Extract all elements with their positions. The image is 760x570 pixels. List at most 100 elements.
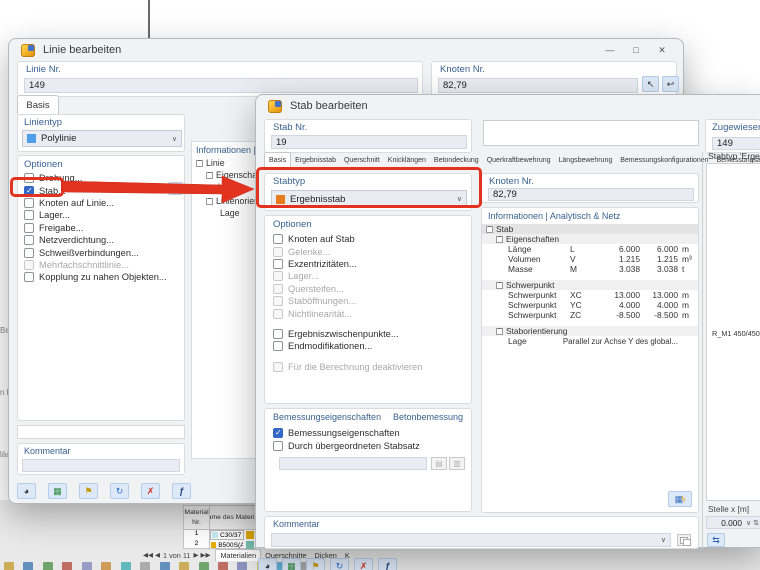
linie-nr-input[interactable]: 149 <box>24 78 418 93</box>
tab-basis[interactable]: Basis <box>17 95 59 114</box>
close-button[interactable]: ✕ <box>649 43 675 58</box>
checkbox-kopplung[interactable]: Kopplung zu nahen Objekten... <box>18 271 186 283</box>
result-table-icon[interactable]: ▦ <box>282 558 301 570</box>
tree-group-staborientierung[interactable]: Staborientierung <box>482 326 698 336</box>
toolbar-icon[interactable] <box>62 562 72 570</box>
stelle-x-combobox[interactable]: 0.000 ∨ ⇅ <box>706 516 760 529</box>
info-table-flash-icon[interactable]: ▦ϟ <box>668 491 692 507</box>
tree-node-linie[interactable]: Linie <box>192 157 256 169</box>
collapse-icon[interactable] <box>206 172 213 179</box>
checkbox-lager[interactable]: Lager... <box>18 209 186 221</box>
collapse-icon[interactable] <box>496 282 503 289</box>
preview-member-label: R_M1 450/450 <box>712 329 760 338</box>
checkbox-icon <box>273 284 283 294</box>
result-table-icon[interactable]: ▦ <box>48 483 67 499</box>
stab-nr-input[interactable]: 19 <box>271 135 467 149</box>
checkbox-knoten-auf-stab[interactable]: Knoten auf Stab <box>267 233 471 245</box>
kommentar-label: Kommentar <box>24 446 71 456</box>
linientyp-dropdown[interactable]: Polylinie ∨ <box>22 130 182 147</box>
tab-ergebnisstab[interactable]: Ergebnisstab <box>291 152 340 168</box>
tab-querkraftbewehrung[interactable]: Querkraftbewehrung <box>483 152 555 168</box>
reverse-button[interactable]: ↩ <box>662 76 679 92</box>
checkbox-schweissverbindungen[interactable]: Schweißverbindungen... <box>18 246 186 258</box>
knoten-nr-input[interactable]: 82,79 <box>488 188 694 201</box>
kommentar-input[interactable] <box>22 459 180 472</box>
collapse-icon[interactable] <box>486 226 493 233</box>
delete-x-icon[interactable]: ✗ <box>354 558 373 570</box>
zugewiesen-input[interactable]: 149 <box>712 137 760 150</box>
collapse-icon[interactable] <box>496 236 503 243</box>
navigator-flag-icon[interactable]: ⚑ <box>79 483 98 499</box>
tab-querschnitt[interactable]: Querschnitt <box>340 152 384 168</box>
annotation-box-stabtyp <box>256 167 482 208</box>
checkbox-icon <box>273 247 283 257</box>
function-fx-icon[interactable]: ƒ <box>172 483 191 499</box>
edit-stab-mini-button[interactable]: ▦ <box>168 182 183 195</box>
checkbox-ergebniszwischenpunkte[interactable]: Ergebniszwischenpunkte... <box>267 328 471 340</box>
tab-bemessungskonfigurationen[interactable]: Bemessungskonfigurationen <box>616 152 712 168</box>
checkbox-icon <box>24 223 34 233</box>
stab-kommentar-group: Kommentar ∨ <box>264 516 699 549</box>
tree-node-linienorientierung[interactable]: Linienorientierung <box>192 195 256 207</box>
refresh-icon[interactable]: ↻ <box>110 483 129 499</box>
linientyp-group: Linientyp Polylinie ∨ <box>17 114 185 152</box>
transfer-icon[interactable]: ⇆ <box>707 533 725 547</box>
bemessung-header: Bemessungseigenschaften <box>273 412 381 422</box>
checkbox-icon <box>273 271 283 281</box>
table-row[interactable]: C30/37 <box>210 530 244 540</box>
toolbar-icon[interactable] <box>140 562 150 570</box>
duplicate-button[interactable] <box>677 534 691 546</box>
checkbox-lager: Lager... <box>267 270 471 282</box>
toolbar-icon[interactable] <box>101 562 111 570</box>
navigator-flag-icon[interactable]: ⚑ <box>306 558 325 570</box>
toolbar-icon[interactable] <box>179 562 189 570</box>
checkbox-bemessungseigenschaften[interactable]: Bemessungseigenschaften <box>267 427 471 439</box>
tree-group-eigenschaften[interactable]: Eigenschaften <box>482 234 698 244</box>
tab-knicklaengen[interactable]: Knicklängen <box>384 152 430 168</box>
tree-node-eigenschaften[interactable]: Eigenschaften <box>192 169 256 181</box>
tab-basis[interactable]: Basis <box>264 152 291 168</box>
globe-icon[interactable]: ◕ <box>258 558 277 570</box>
toolbar-icon[interactable] <box>121 562 131 570</box>
checkbox-freigabe[interactable]: Freigabe... <box>18 222 186 234</box>
checkbox-icon <box>273 259 283 269</box>
function-fx-icon[interactable]: ƒ <box>378 558 397 570</box>
knoten-nr-input[interactable]: 82,79 <box>438 78 638 93</box>
pick-nodes-button[interactable]: ↖ <box>642 76 659 92</box>
checkbox-uebergeordneter-stabsatz[interactable]: Durch übergeordneten Stabsatz <box>267 439 471 451</box>
betonbemessung-link[interactable]: Betonbemessung <box>393 412 463 422</box>
kommentar-input[interactable]: ∨ <box>271 533 671 547</box>
toolbar-icon[interactable] <box>237 562 247 570</box>
toolbar-icon[interactable] <box>82 562 92 570</box>
window-title: Stab bearbeiten <box>290 100 368 112</box>
spinner-icon[interactable]: ⇅ <box>753 519 759 527</box>
toolbar-icon[interactable] <box>4 562 14 570</box>
collapse-icon[interactable] <box>196 160 203 167</box>
tab-laengsbewehrung[interactable]: Längsbewehrung <box>555 152 617 168</box>
checkbox-exzentrizitaeten[interactable]: Exzentrizitäten... <box>267 258 471 270</box>
globe-icon[interactable]: ◕ <box>17 483 36 499</box>
refresh-icon[interactable]: ↻ <box>330 558 349 570</box>
tree-node-stab[interactable]: Stab <box>482 224 698 234</box>
collapse-icon[interactable] <box>496 328 503 335</box>
toolbar-icon[interactable] <box>218 562 228 570</box>
delete-x-icon[interactable]: ✗ <box>141 483 160 499</box>
table-row[interactable]: 1 <box>184 530 210 540</box>
collapse-icon[interactable] <box>206 198 213 205</box>
checkbox-netzverdichtung[interactable]: Netzverdichtung... <box>18 234 186 246</box>
linie-extra-field[interactable] <box>17 425 185 439</box>
stelle-x-label: Stelle x [m] <box>708 504 760 514</box>
minimize-button[interactable]: — <box>597 43 623 58</box>
toolbar-icon[interactable] <box>43 562 53 570</box>
checkbox-icon <box>273 441 283 451</box>
toolbar-icon[interactable] <box>23 562 33 570</box>
stabsatz-input[interactable] <box>279 457 427 470</box>
maximize-button[interactable]: □ <box>623 43 649 58</box>
toolbar-icon[interactable] <box>199 562 209 570</box>
toolbar-icon[interactable] <box>160 562 170 570</box>
panel-separator <box>702 152 703 549</box>
checkbox-endmodifikationen[interactable]: Endmodifikationen... <box>267 340 471 352</box>
tab-betondeckung[interactable]: Betondeckung <box>430 152 483 168</box>
checkbox-knoten-auf-linie[interactable]: Knoten auf Linie... <box>18 197 186 209</box>
tree-group-schwerpunkt[interactable]: Schwerpunkt <box>482 280 698 290</box>
